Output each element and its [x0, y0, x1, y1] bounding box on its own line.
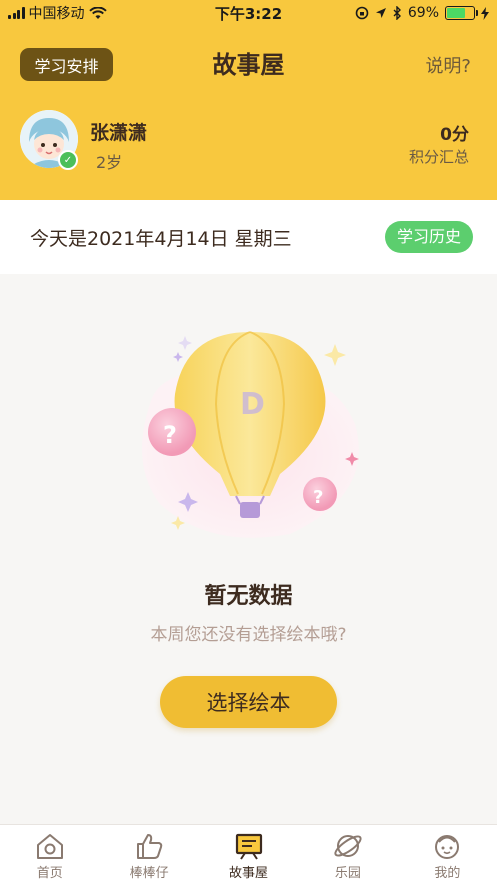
thumbs-up-icon — [137, 834, 163, 859]
points-value[interactable]: 0分 — [440, 120, 469, 145]
empty-state-subtitle: 本周您还没有选择绘本哦? — [150, 625, 347, 645]
hot-air-balloon-illustration: D ? ? — [142, 331, 359, 538]
tab-label: 首页 — [36, 866, 63, 881]
signal-icon — [8, 7, 25, 19]
tab-story-house[interactable]: 故事屋 — [199, 825, 298, 883]
svg-text:D: D — [240, 387, 265, 422]
tab-label: 棒棒仔 — [129, 866, 169, 881]
help-link[interactable]: 说明? — [425, 52, 471, 78]
bottom-tab-bar: 首页 棒棒仔 故事屋 乐园 我的 — [0, 824, 497, 883]
tab-mine[interactable]: 我的 — [398, 825, 497, 883]
verified-icon: ✓ — [58, 150, 78, 170]
study-history-button[interactable]: 学习历史 — [384, 221, 473, 253]
charging-icon — [481, 6, 489, 20]
empty-state-title: 暂无数据 — [204, 584, 293, 609]
choose-picture-book-button[interactable]: 选择绘本 — [160, 676, 337, 728]
tab-label: 乐园 — [334, 866, 361, 881]
svg-text:?: ? — [163, 421, 177, 449]
points-summary-label[interactable]: 积分汇总 — [409, 146, 469, 167]
tab-paradise[interactable]: 乐园 — [298, 825, 397, 883]
page-title: 故事屋 — [212, 51, 285, 79]
tab-label: 故事屋 — [229, 866, 269, 881]
kid-face-icon — [435, 835, 460, 859]
svg-text:?: ? — [313, 487, 323, 508]
status-bar-right: 69% — [319, 5, 489, 21]
tab-home[interactable]: 首页 — [0, 825, 99, 883]
tab-label: 我的 — [434, 866, 461, 881]
planet-icon — [334, 835, 362, 857]
status-bar-left: 中国移动 — [8, 3, 178, 23]
location-icon — [375, 8, 386, 18]
user-name: 张潇潇 — [90, 122, 148, 144]
status-time: 下午3:22 — [214, 4, 283, 23]
battery-icon — [445, 6, 478, 20]
screen-lock-icon — [355, 6, 369, 20]
today-date: 今天是2021年4月14日 星期三 — [30, 227, 292, 250]
date-bar: 今天是2021年4月14日 星期三 学习历史 — [0, 200, 497, 274]
status-bar: 中国移动 下午3:22 69% — [0, 0, 497, 26]
story-board-icon — [235, 833, 262, 860]
tab-bangbangzai[interactable]: 棒棒仔 — [99, 825, 198, 883]
header: 学习安排 故事屋 说明? ✓ 张潇潇 2岁 0分 积分汇总 — [0, 26, 497, 200]
carrier-label: 中国移动 — [28, 6, 85, 22]
home-icon — [36, 834, 63, 859]
user-age: 2岁 — [96, 153, 123, 172]
battery-percent: 69% — [407, 5, 439, 21]
bluetooth-icon — [393, 6, 401, 20]
wifi-icon — [88, 6, 107, 19]
